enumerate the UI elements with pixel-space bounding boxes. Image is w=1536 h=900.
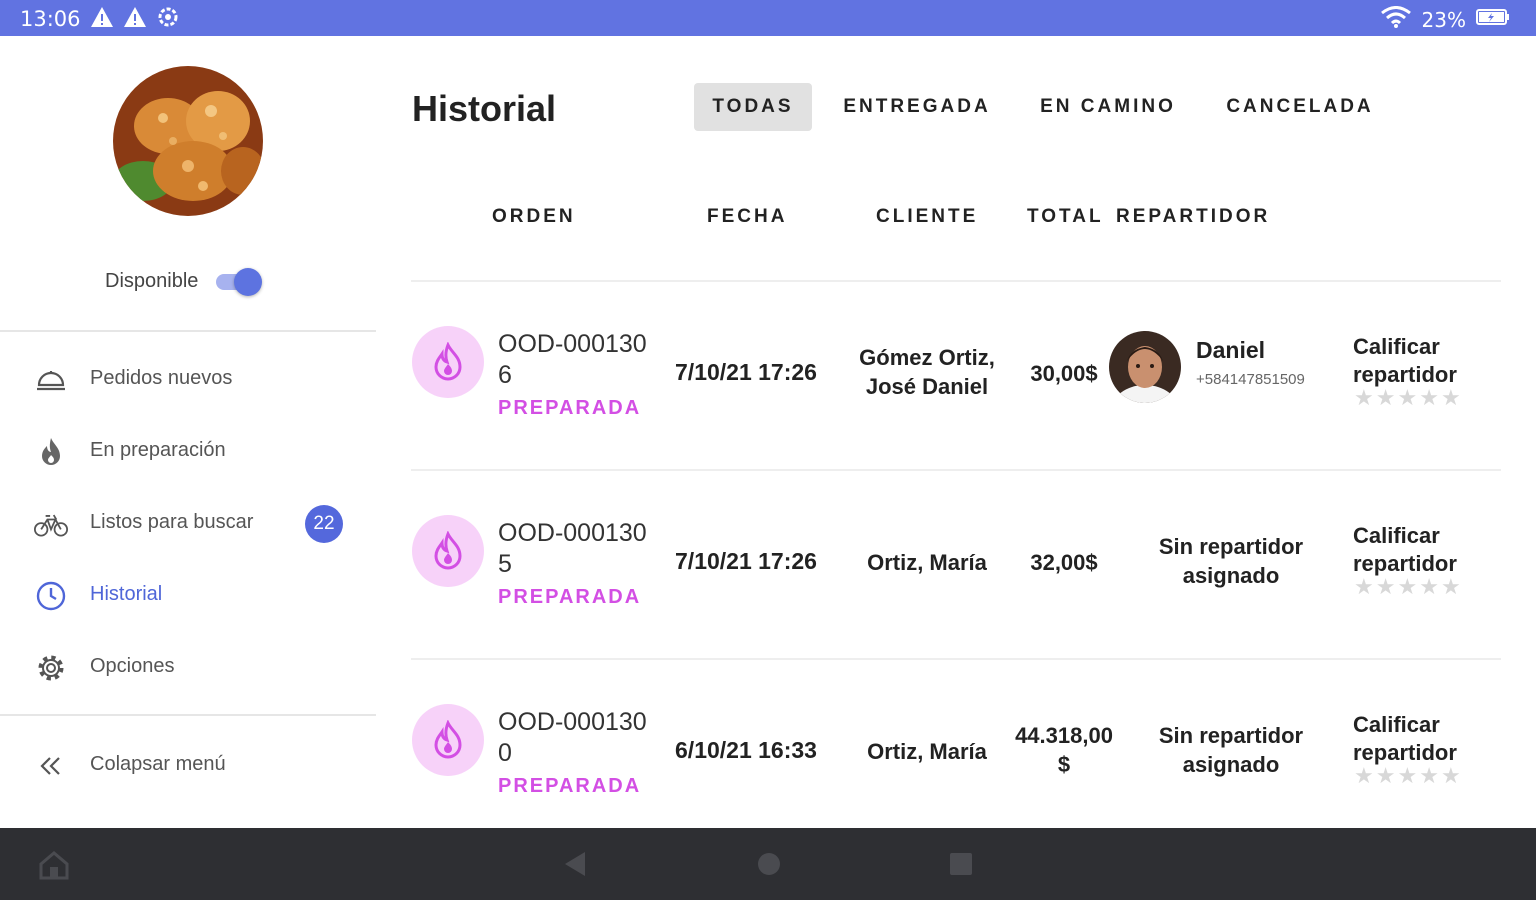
column-header-orden: ORDEN — [492, 206, 576, 227]
star-icon[interactable]: ★ — [1397, 765, 1417, 787]
client-name: Ortiz, María — [867, 550, 987, 575]
courier-name: Daniel — [1196, 337, 1266, 363]
sidebar-item-label: Historial — [90, 583, 163, 605]
star-icon[interactable]: ★ — [1397, 387, 1417, 409]
star-icon[interactable]: ★ — [1441, 765, 1461, 787]
status-badge: PREPARADA — [498, 775, 642, 797]
star-icon[interactable]: ★ — [1354, 387, 1374, 409]
system-navigation-bar — [0, 828, 1536, 900]
courier-avatar — [1109, 331, 1181, 403]
tab-todas[interactable]: TODAS — [694, 83, 812, 131]
star-icon[interactable]: ★ — [1376, 576, 1396, 598]
flame-icon — [412, 326, 484, 398]
restaurant-avatar — [113, 66, 263, 216]
recents-icon[interactable] — [948, 850, 974, 883]
table-row[interactable]: OOD-0001305 PREPARADA 7/10/21 17:26 Orti… — [376, 470, 1536, 659]
battery-icon — [1476, 8, 1510, 31]
tab-cancelada[interactable]: CANCELADA — [1214, 83, 1386, 131]
no-courier-label: Sin repartidor asignado — [1158, 723, 1304, 777]
star-rating[interactable]: ★ ★ ★ ★ ★ — [1354, 576, 1461, 598]
flame-icon — [412, 704, 484, 776]
flame-icon — [412, 515, 484, 587]
order-date: 7/10/21 17:26 — [675, 359, 817, 385]
collapse-menu-button[interactable]: Colapsar menú — [0, 737, 376, 793]
sidebar-item-pedidos-nuevos[interactable]: Pedidos nuevos — [0, 351, 376, 407]
order-date: 7/10/21 17:26 — [675, 548, 817, 574]
status-badge: PREPARADA — [498, 586, 642, 608]
status-time: 13:06 — [20, 7, 81, 31]
star-icon[interactable]: ★ — [1376, 765, 1396, 787]
tab-entregada[interactable]: ENTREGADA — [832, 83, 1002, 131]
no-courier-label: Sin repartidor asignado — [1158, 534, 1304, 588]
star-rating[interactable]: ★ ★ ★ ★ ★ — [1354, 765, 1461, 787]
order-id: OOD-0001306 — [498, 330, 647, 389]
settings-icon — [157, 6, 179, 33]
count-badge: 22 — [305, 505, 343, 543]
sidebar-item-listos-para-buscar[interactable]: Listos para buscar 22 — [0, 495, 376, 551]
sidebar-item-label: Pedidos nuevos — [90, 367, 233, 389]
page-title: Historial — [412, 88, 557, 129]
client-name: Ortiz, María — [867, 739, 987, 764]
gear-icon — [34, 651, 68, 685]
courier-phone: +584147851509 — [1196, 371, 1305, 388]
table-row[interactable]: OOD-0001300 PREPARADA 6/10/21 16:33 Orti… — [376, 659, 1536, 848]
sidebar-item-opciones[interactable]: Opciones — [0, 639, 376, 695]
home-icon[interactable] — [756, 850, 782, 883]
warning-icon — [123, 6, 147, 33]
order-total: 32,00$ — [1030, 550, 1098, 575]
sidebar-item-historial[interactable]: Historial — [0, 567, 376, 623]
sidebar-item-label: Opciones — [90, 655, 175, 677]
battery-percent: 23% — [1421, 7, 1466, 32]
collapse-menu-label: Colapsar menú — [90, 753, 226, 775]
divider — [0, 714, 376, 716]
status-bar: 13:06 23% — [0, 0, 1536, 36]
double-chevron-left-icon — [34, 749, 68, 783]
order-total: 44.318,00$ — [1015, 723, 1113, 777]
tab-en-camino[interactable]: EN CAMINO — [1028, 83, 1188, 131]
column-header-repartidor: REPARTIDOR — [1116, 206, 1271, 227]
availability-row: Disponible — [105, 268, 263, 296]
availability-label: Disponible — [105, 269, 199, 292]
column-header-fecha: FECHA — [707, 206, 788, 227]
sidebar-item-label: En preparación — [90, 439, 226, 461]
star-icon[interactable]: ★ — [1354, 765, 1374, 787]
warning-icon — [90, 6, 114, 33]
column-header-total: TOTAL — [1027, 206, 1104, 227]
order-total: 30,00$ — [1030, 361, 1098, 386]
client-name: Gómez Ortiz, José Daniel — [859, 345, 995, 399]
table-row[interactable]: OOD-0001306 PREPARADA 7/10/21 17:26 Góme… — [376, 281, 1536, 470]
bicycle-icon — [34, 507, 68, 541]
status-badge: PREPARADA — [498, 397, 642, 419]
star-icon[interactable]: ★ — [1419, 387, 1439, 409]
star-icon[interactable]: ★ — [1441, 576, 1461, 598]
sidebar-item-label: Listos para buscar — [90, 511, 254, 533]
cloche-icon — [34, 363, 68, 397]
rate-courier-button[interactable]: Calificar repartidor — [1353, 522, 1483, 578]
star-icon[interactable]: ★ — [1441, 387, 1461, 409]
order-date: 6/10/21 16:33 — [675, 737, 817, 763]
divider — [0, 330, 376, 332]
star-icon[interactable]: ★ — [1419, 765, 1439, 787]
star-icon[interactable]: ★ — [1419, 576, 1439, 598]
rate-courier-button[interactable]: Calificar repartidor — [1353, 711, 1483, 767]
star-icon[interactable]: ★ — [1376, 387, 1396, 409]
order-id: OOD-0001300 — [498, 708, 647, 767]
flame-icon — [34, 435, 68, 469]
back-icon[interactable] — [563, 850, 587, 883]
star-rating[interactable]: ★ ★ ★ ★ ★ — [1354, 387, 1461, 409]
clock-icon — [34, 579, 68, 613]
star-icon[interactable]: ★ — [1354, 576, 1374, 598]
star-icon[interactable]: ★ — [1397, 576, 1417, 598]
home-app-icon[interactable] — [38, 850, 70, 885]
main-content: Historial TODAS ENTREGADA EN CAMINO CANC… — [376, 36, 1536, 828]
order-id: OOD-0001305 — [498, 519, 647, 578]
availability-toggle[interactable] — [216, 268, 263, 296]
sidebar: Disponible Pedidos nuevos En preparación… — [0, 36, 376, 828]
wifi-icon — [1380, 6, 1412, 33]
rate-courier-button[interactable]: Calificar repartidor — [1353, 333, 1483, 389]
column-header-cliente: CLIENTE — [876, 206, 979, 227]
sidebar-item-en-preparacion[interactable]: En preparación — [0, 423, 376, 479]
